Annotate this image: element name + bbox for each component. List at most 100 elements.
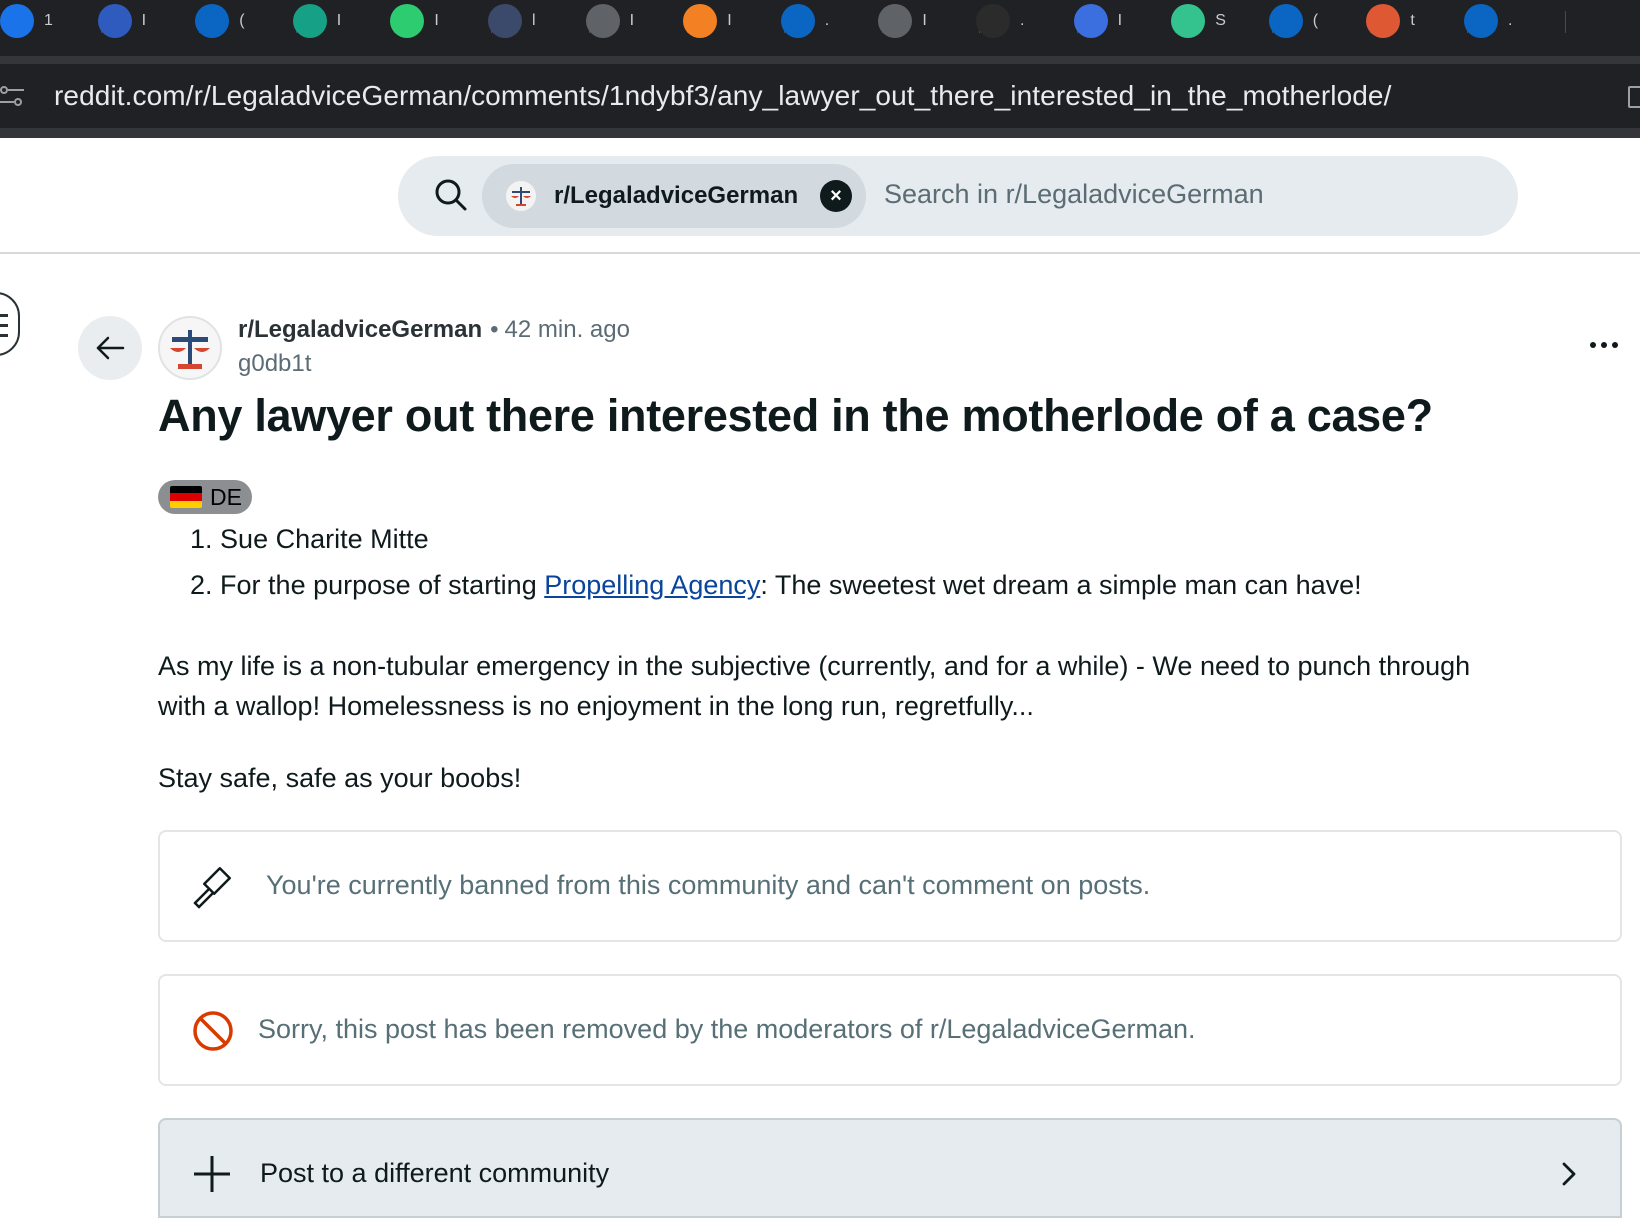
list-number: 1.	[190, 524, 213, 554]
browser-tab[interactable]: t	[1366, 2, 1469, 40]
browser-tab[interactable]: .	[976, 2, 1078, 40]
list-text: Sue Charite Mitte	[220, 524, 429, 554]
paragraph-line: with a wallop! Homelessness is no enjoym…	[158, 691, 1034, 721]
post-title: Any lawyer out there interested in the m…	[158, 390, 1433, 441]
flair-label: DE	[210, 483, 242, 510]
browser-tab[interactable]: (	[1268, 2, 1371, 40]
browser-tab-title: .	[1020, 12, 1025, 29]
browser-tab-title: .	[1508, 12, 1513, 29]
back-button[interactable]	[78, 316, 142, 380]
browser-tab-title: t	[1410, 12, 1415, 29]
list-text-prefix: For the purpose of starting	[220, 570, 545, 600]
mountain-white-icon	[976, 4, 1010, 38]
expand-nav-button[interactable]	[0, 292, 20, 356]
plus-icon	[194, 1156, 230, 1192]
post-subreddit-link[interactable]: r/LegaladviceGerman	[238, 316, 482, 343]
community-chip-label: r/LegaladviceGerman	[554, 182, 799, 209]
browser-tab-title: .	[824, 12, 830, 29]
post-flair[interactable]: DE	[158, 480, 252, 514]
post-overflow-menu-button[interactable]	[1584, 330, 1624, 360]
browser-tab[interactable]: I	[683, 2, 786, 40]
browser-tab-title: l	[532, 12, 536, 29]
stack-icon	[683, 4, 718, 38]
post-author[interactable]: g0db1t	[238, 350, 311, 378]
browser-tab[interactable]: (	[195, 2, 298, 40]
browser-tab[interactable]: .	[780, 2, 883, 40]
reddit-header: r/LegaladviceGerman × Search in r/Legala…	[0, 138, 1640, 254]
browser-tab-title: I	[629, 12, 635, 29]
gavel-icon	[193, 867, 231, 909]
browser-tab-title: I	[1117, 12, 1123, 29]
paragraph-line: As my life is a non-tubular emergency in…	[158, 651, 1471, 681]
browser-tab[interactable]: I	[390, 2, 493, 40]
community-filter-chip[interactable]: r/LegaladviceGerman ×	[482, 164, 866, 228]
linkedin-round-icon	[780, 4, 815, 38]
browser-tab[interactable]: S	[1171, 2, 1274, 40]
browser-tab[interactable]: l	[488, 2, 590, 40]
post-timestamp: 42 min. ago	[504, 316, 630, 343]
prohibited-icon	[193, 1011, 233, 1051]
browser-tab-title: I	[141, 12, 147, 29]
post-to-different-community-button[interactable]: Post to a different community	[158, 1118, 1622, 1218]
browser-tab[interactable]: .	[1464, 2, 1566, 40]
linkedin-icon	[1268, 4, 1303, 38]
list-text-suffix: : The sweetest wet dream a simple man ca…	[760, 570, 1362, 600]
more-dot-icon	[1590, 342, 1596, 348]
globe-icon	[878, 4, 913, 38]
mountain-icon	[488, 4, 522, 38]
k-letter-icon	[390, 4, 425, 38]
browser-tab-title: (	[239, 12, 245, 29]
scales-icon	[170, 330, 210, 369]
linkedin-icon	[1464, 4, 1498, 38]
browser-tab-title: S	[1215, 12, 1226, 29]
meta-separator: •	[490, 316, 499, 343]
check-diamond-icon	[292, 4, 327, 38]
list-item: 2. For the purpose of starting Propellin…	[190, 570, 1362, 601]
propelling-agency-link[interactable]: Propelling Agency	[544, 570, 760, 600]
browser-address-bar: reddit.com/r/LegaladviceGerman/comments/…	[0, 56, 1640, 138]
search-input[interactable]: Search in r/LegaladviceGerman	[884, 179, 1264, 210]
post-meta: r/LegaladviceGerman • 42 min. ago	[238, 316, 630, 344]
globe-icon	[585, 4, 620, 38]
browser-tab-title: I	[434, 12, 439, 29]
list-item: 1. Sue Charite Mitte	[190, 524, 429, 555]
search-icon	[435, 179, 467, 211]
clear-community-icon[interactable]: ×	[820, 180, 852, 212]
post-body-paragraph: Stay safe, safe as your boobs!	[158, 763, 522, 793]
arrow-left-icon	[96, 336, 125, 360]
sun-icon	[1073, 4, 1108, 38]
banned-notice: You're currently banned from this commun…	[158, 830, 1622, 942]
site-settings-icon[interactable]	[0, 84, 26, 108]
link-blue-icon	[97, 4, 132, 38]
search-bar[interactable]: r/LegaladviceGerman × Search in r/Legala…	[398, 156, 1518, 236]
more-dot-icon	[1601, 342, 1607, 348]
browser-tab[interactable]: I	[878, 2, 981, 40]
post-body-paragraph: As my life is a non-tubular emergency in…	[158, 646, 1470, 726]
browser-tab[interactable]: 1	[0, 2, 102, 40]
browser-tab[interactable]: I	[97, 2, 200, 40]
german-flag-icon	[170, 486, 202, 508]
chevron-right-icon	[1562, 1162, 1576, 1186]
tab-separator	[1565, 11, 1566, 33]
url-field[interactable]: reddit.com/r/LegaladviceGerman/comments/…	[0, 64, 1640, 128]
duck-icon	[1366, 4, 1401, 38]
browser-tab-title: 1	[44, 12, 53, 29]
browser-tab-title: I	[336, 12, 342, 29]
browser-tab-title: I	[922, 12, 927, 29]
list-number: 2.	[190, 570, 213, 600]
subreddit-avatar[interactable]	[158, 316, 222, 380]
removed-notice-text: Sorry, this post has been removed by the…	[258, 1014, 1196, 1044]
browser-tab[interactable]: I	[1073, 2, 1176, 40]
more-dot-icon	[1612, 342, 1618, 348]
refresh-blue-icon	[0, 4, 34, 38]
removed-notice: Sorry, this post has been removed by the…	[158, 974, 1622, 1086]
s-green-icon	[1171, 4, 1206, 38]
browser-tab[interactable]: I	[292, 2, 395, 40]
side-panel-icon[interactable]	[1628, 86, 1640, 108]
url-text[interactable]: reddit.com/r/LegaladviceGerman/comments/…	[54, 80, 1391, 112]
browser-tab[interactable]: I	[585, 2, 688, 40]
browser-tab-title: I	[727, 12, 732, 29]
scales-icon	[506, 181, 536, 211]
banned-notice-text: You're currently banned from this commun…	[266, 870, 1151, 900]
browser-tab-title: (	[1312, 12, 1319, 29]
